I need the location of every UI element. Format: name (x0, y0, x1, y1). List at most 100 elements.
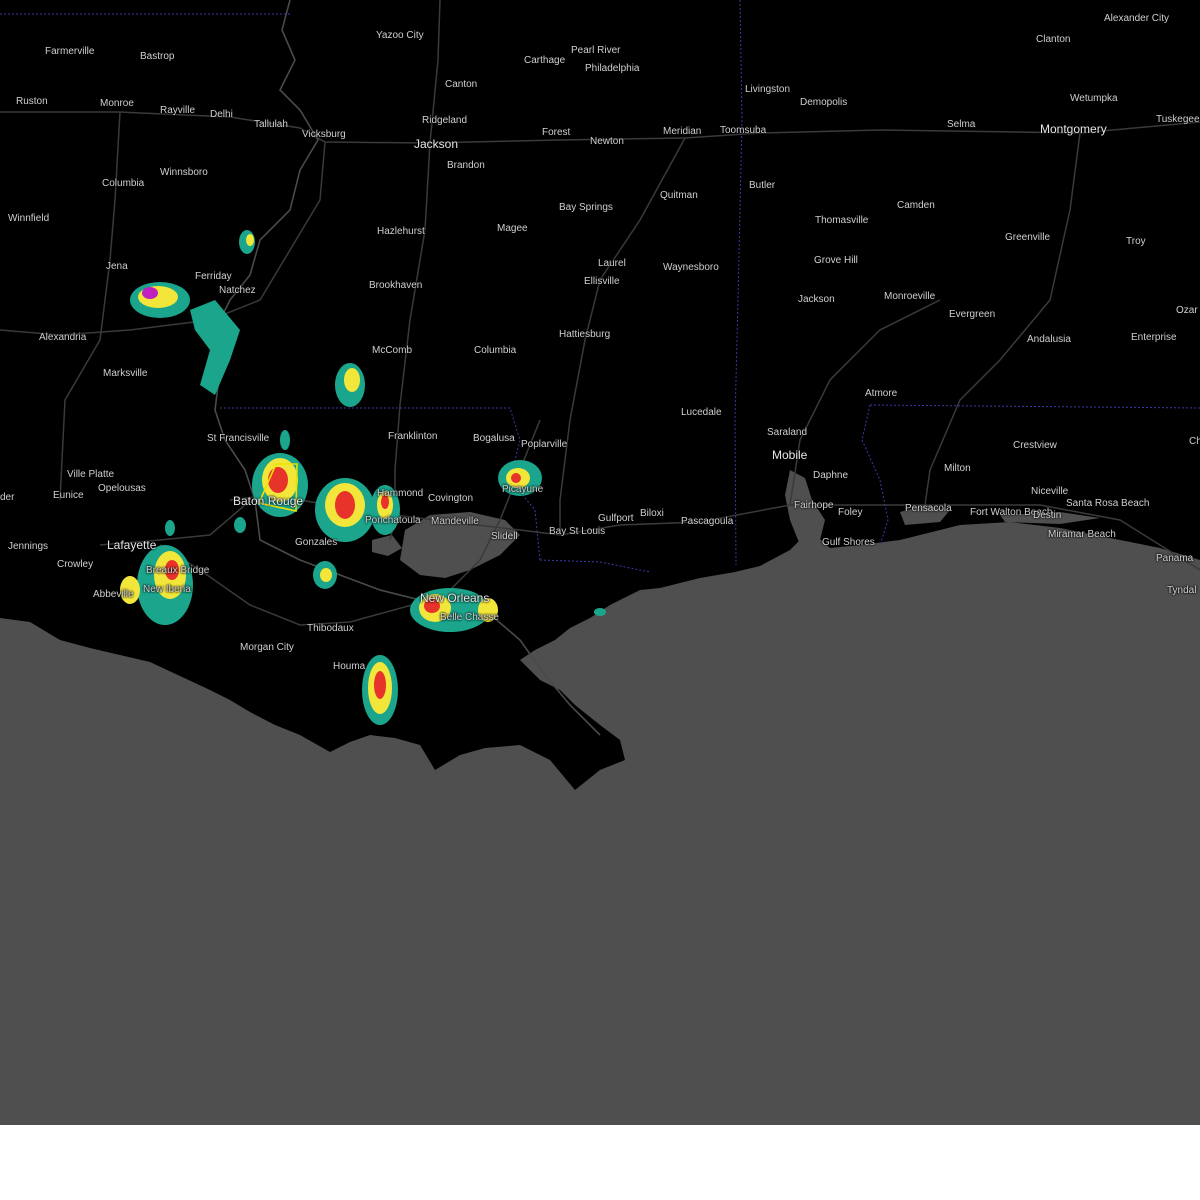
label-waynesboro: Waynesboro (663, 262, 719, 273)
radar-map[interactable]: Yazoo City Farmerville Bastrop Carthage … (0, 0, 1200, 1125)
label-andalusia: Andalusia (1027, 334, 1071, 345)
label-ponchatoula: Ponchatoula (365, 515, 421, 526)
label-mandeville: Mandeville (431, 516, 479, 527)
label-brandon: Brandon (447, 160, 485, 171)
label-niceville: Niceville (1031, 486, 1069, 497)
label-evergreen: Evergreen (949, 309, 996, 320)
label-quitman: Quitman (660, 190, 698, 201)
radar-cell (320, 568, 332, 582)
label-hammond: Hammond (377, 488, 424, 499)
label-butler: Butler (749, 180, 776, 191)
label-gonzales: Gonzales (295, 537, 338, 548)
label-bastrop: Bastrop (140, 51, 175, 62)
label-ruston: Ruston (16, 96, 48, 107)
radar-cell (511, 473, 521, 483)
label-crestview: Crestview (1013, 440, 1057, 451)
label-santa-rosa-beach: Santa Rosa Beach (1066, 498, 1150, 509)
label-bay-springs: Bay Springs (559, 202, 613, 213)
label-philadelphia: Philadelphia (585, 63, 640, 74)
label-daphne: Daphne (813, 470, 849, 481)
label-panama: Panama (1156, 553, 1194, 564)
label-jena: Jena (106, 261, 128, 272)
label-pensacola: Pensacola (905, 503, 952, 514)
label-delhi: Delhi (210, 109, 233, 120)
label-belle-chasse: Belle Chasse (440, 612, 499, 623)
label-greenville: Greenville (1005, 232, 1051, 243)
radar-cell (234, 517, 246, 533)
label-ferriday: Ferriday (195, 271, 232, 282)
label-foley: Foley (838, 507, 863, 518)
label-rayville: Rayville (160, 105, 196, 116)
label-slidell: Slidell (491, 531, 518, 542)
label-lucedale: Lucedale (681, 407, 722, 418)
label-destin: Destin (1033, 510, 1062, 521)
label-abbeville: Abbeville (93, 589, 134, 600)
label-der: der (0, 492, 15, 503)
label-ozark: Ozar (1176, 305, 1198, 316)
label-magee: Magee (497, 223, 528, 234)
label-thomasville: Thomasville (815, 215, 869, 226)
label-jennings: Jennings (8, 541, 49, 552)
label-winnsboro: Winnsboro (160, 167, 208, 178)
label-columbia-la: Columbia (102, 178, 145, 189)
label-tuskegee: Tuskegee (1156, 114, 1200, 125)
label-pearl-river: Pearl River (571, 45, 621, 56)
label-picayune: Picayune (502, 484, 544, 495)
label-bay-st-louis: Bay St Louis (549, 526, 606, 537)
label-atmore: Atmore (865, 388, 898, 399)
label-jackson-al: Jackson (798, 294, 835, 305)
label-alexandria: Alexandria (39, 332, 87, 343)
label-tyndall: Tyndal (1167, 585, 1197, 596)
label-ville-platte: Ville Platte (67, 469, 115, 480)
label-monroeville: Monroeville (884, 291, 936, 302)
label-toomsuba: Toomsuba (720, 125, 767, 136)
label-canton: Canton (445, 79, 478, 90)
mississippi-river (214, 0, 601, 736)
label-miramar-beach: Miramar Beach (1048, 529, 1116, 540)
label-carthage: Carthage (524, 55, 566, 66)
label-natchez: Natchez (219, 285, 256, 296)
label-tallulah: Tallulah (254, 119, 288, 130)
label-wetumpka: Wetumpka (1070, 93, 1118, 104)
label-troy: Troy (1126, 236, 1146, 247)
label-franklinton: Franklinton (388, 431, 438, 442)
label-houma: Houma (333, 661, 366, 672)
label-baton-rouge: Baton Rouge (233, 494, 304, 508)
label-biloxi: Biloxi (640, 508, 664, 519)
label-pascagoula: Pascagoula (681, 516, 734, 527)
label-poplarville: Poplarville (521, 439, 568, 450)
label-thibodaux: Thibodaux (307, 623, 354, 634)
label-brookhaven: Brookhaven (369, 280, 423, 291)
radar-cell (280, 430, 290, 450)
label-mccomb: McComb (372, 345, 413, 356)
label-morgan-city: Morgan City (240, 642, 294, 653)
label-monroe: Monroe (100, 98, 134, 109)
radar-cell (594, 608, 606, 616)
label-camden: Camden (897, 200, 935, 211)
label-marksville: Marksville (103, 368, 148, 379)
radar-cell (142, 287, 158, 299)
label-crowley: Crowley (57, 559, 94, 570)
label-st-francisville: St Francisville (207, 433, 270, 444)
label-montgomery: Montgomery (1040, 122, 1107, 136)
label-fairhope: Fairhope (794, 500, 834, 511)
label-farmerville: Farmerville (45, 46, 95, 57)
label-ellisville: Ellisville (584, 276, 620, 287)
label-eunice: Eunice (53, 490, 84, 501)
label-columbia-ms: Columbia (474, 345, 517, 356)
label-alexander-city: Alexander City (1104, 13, 1170, 24)
label-gulf-shores: Gulf Shores (822, 537, 875, 548)
radar-cell (374, 671, 386, 699)
label-winnfield: Winnfield (8, 213, 50, 224)
label-meridian: Meridian (663, 126, 702, 137)
lake-maurepas (372, 535, 402, 556)
label-hazlehurst: Hazlehurst (377, 226, 425, 237)
label-livingston: Livingston (745, 84, 791, 95)
radar-echoes (120, 230, 606, 725)
label-laurel: Laurel (598, 258, 626, 269)
label-lafayette: Lafayette (107, 538, 157, 552)
radar-band (190, 300, 240, 395)
label-ch: Ch (1189, 436, 1200, 447)
label-grove-hill: Grove Hill (814, 255, 858, 266)
radar-cell (165, 520, 175, 536)
